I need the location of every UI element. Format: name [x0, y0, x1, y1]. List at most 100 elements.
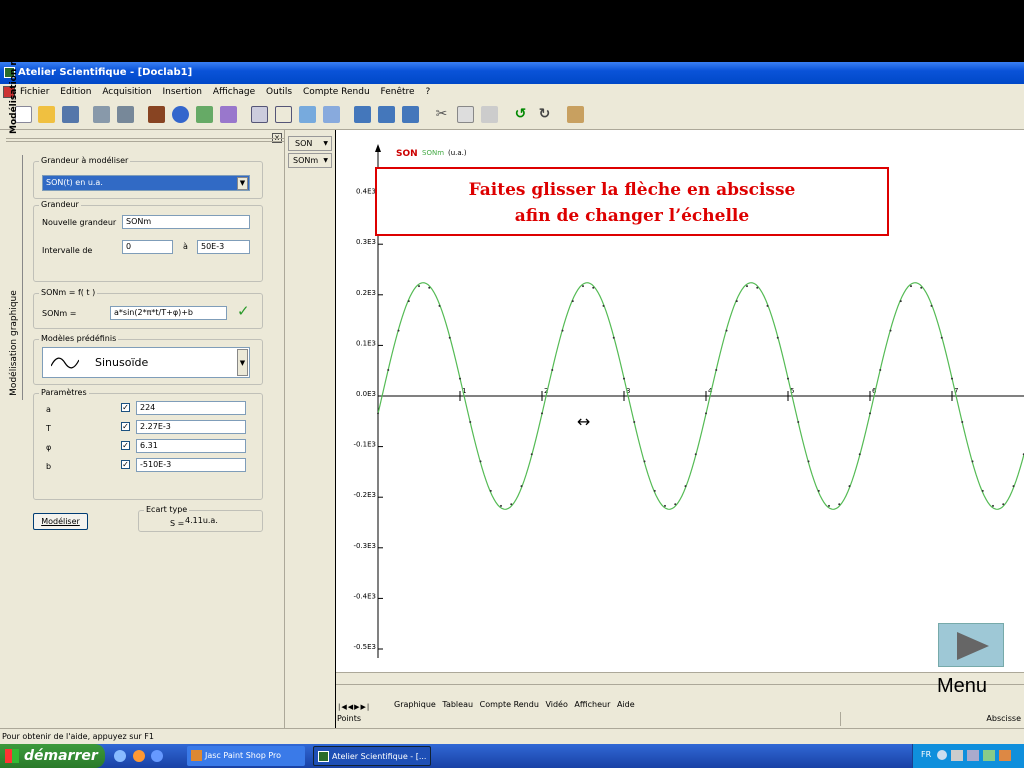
- nouvelle-grandeur-input[interactable]: SONm: [122, 215, 250, 229]
- print-preview-icon[interactable]: [93, 106, 110, 123]
- param-name: b: [46, 462, 52, 471]
- open-icon[interactable]: [38, 106, 55, 123]
- intervalle-to-input[interactable]: 50E-3: [197, 240, 250, 254]
- chevron-down-icon[interactable]: ▼: [237, 349, 248, 376]
- son-data-point: [899, 300, 902, 303]
- sine-wave-icon: [51, 357, 79, 369]
- son-data-point: [397, 329, 400, 332]
- copy-icon[interactable]: [457, 106, 474, 123]
- paste-icon[interactable]: [481, 106, 498, 123]
- param-value-input[interactable]: 224: [136, 401, 246, 415]
- model-icon[interactable]: [196, 106, 213, 123]
- scrollbar-row[interactable]: [336, 684, 1024, 698]
- menu-outils[interactable]: Outils: [266, 84, 292, 100]
- param-checkbox[interactable]: ✓: [121, 460, 130, 469]
- tab-aide[interactable]: Aide: [617, 700, 635, 709]
- param-value-input[interactable]: 2.27E-3: [136, 420, 246, 434]
- son-data-point: [377, 412, 379, 415]
- firefox-icon[interactable]: [133, 750, 145, 762]
- menu-fenetre[interactable]: Fenêtre: [381, 84, 415, 100]
- curve-tab-label: SONm: [293, 156, 319, 165]
- menu-fichier[interactable]: Fichier: [20, 84, 49, 100]
- modeliser-button[interactable]: Modéliser: [33, 513, 88, 530]
- intervalle-label: Intervalle de: [42, 246, 93, 255]
- acquisition-icon[interactable]: [148, 106, 165, 123]
- crosshair-icon[interactable]: [275, 106, 292, 123]
- y-tick-label: -0.1E3: [353, 441, 376, 449]
- monitor-icon[interactable]: [967, 750, 979, 761]
- tab-afficheur[interactable]: Afficheur: [574, 700, 610, 709]
- atelier-icon: [318, 751, 329, 762]
- chevron-down-icon[interactable]: ▼: [237, 177, 248, 190]
- tab-graphique[interactable]: Graphique: [394, 700, 436, 709]
- globe-icon[interactable]: [172, 106, 189, 123]
- network-icon[interactable]: [951, 750, 963, 761]
- param-checkbox[interactable]: ✓: [121, 441, 130, 450]
- check-icon[interactable]: ✓: [237, 302, 250, 320]
- son-data-point: [776, 336, 779, 339]
- menu-help[interactable]: ?: [425, 84, 430, 100]
- curve-tab-son[interactable]: SON ▼: [288, 136, 332, 151]
- son-data-point: [551, 369, 554, 371]
- start-button[interactable]: démarrer: [0, 744, 105, 768]
- tab-video[interactable]: Vidéo: [545, 700, 567, 709]
- redo-icon[interactable]: ↻: [536, 106, 553, 123]
- curve-tab-sonm[interactable]: SONm ▼: [288, 153, 332, 168]
- tab-modelisation-mathematique[interactable]: Modélisation mathématique: [6, 0, 22, 134]
- son-data-point: [510, 503, 513, 506]
- son-data-point: [746, 285, 748, 288]
- menu-affichage[interactable]: Affichage: [213, 84, 255, 100]
- calc-icon[interactable]: [220, 106, 237, 123]
- param-value-input[interactable]: -510E-3: [136, 458, 246, 472]
- tab-tableau[interactable]: Tableau: [442, 700, 473, 709]
- intervalle-from-input[interactable]: 0: [122, 240, 173, 254]
- tools-icon[interactable]: [567, 106, 584, 123]
- window-titlebar[interactable]: Atelier Scientifique - [Doclab1]: [0, 62, 1024, 84]
- tab-modelisation-graphique[interactable]: Modélisation graphique: [6, 288, 22, 398]
- param-checkbox[interactable]: ✓: [121, 403, 130, 412]
- legend-son: SON: [396, 149, 418, 159]
- son-data-point: [735, 300, 738, 303]
- menu-edition[interactable]: Edition: [60, 84, 91, 100]
- param-value-input[interactable]: 6.31: [136, 439, 246, 453]
- undo-icon[interactable]: ↺: [512, 106, 529, 123]
- tray-app-icon[interactable]: [999, 750, 1011, 761]
- modele-select[interactable]: Sinusoïde ▼: [42, 347, 250, 378]
- menu-acquisition[interactable]: Acquisition: [102, 84, 151, 100]
- scrollbar-row[interactable]: [336, 672, 1024, 684]
- menu-insertion[interactable]: Insertion: [162, 84, 202, 100]
- screen-icon[interactable]: [354, 106, 371, 123]
- horizontal-double-arrow-icon[interactable]: ↔: [577, 414, 590, 430]
- print-icon[interactable]: [117, 106, 134, 123]
- next-slide-button[interactable]: [938, 623, 1004, 667]
- y-tick-label: 0.0E3: [356, 390, 376, 398]
- browser-icon[interactable]: [151, 750, 163, 762]
- grandeur-select[interactable]: SON(t) en u.a. ▼: [42, 175, 250, 191]
- tab-compte-rendu[interactable]: Compte Rendu: [480, 700, 539, 709]
- cut-icon[interactable]: ✂: [433, 106, 450, 123]
- menu-link[interactable]: Menu: [937, 675, 987, 698]
- ecart-s-label: S =: [170, 519, 185, 528]
- formule-label: SONm = f( t ): [39, 288, 98, 297]
- save-icon[interactable]: [62, 106, 79, 123]
- table-icon[interactable]: [323, 106, 340, 123]
- ie-icon[interactable]: [114, 750, 126, 762]
- y-tick-label: -0.3E3: [353, 542, 376, 550]
- param-checkbox[interactable]: ✓: [121, 422, 130, 431]
- chevron-down-icon: ▼: [323, 157, 328, 164]
- tray-arrow-icon[interactable]: [937, 750, 947, 760]
- task-atelier-scientifique[interactable]: Atelier Scientifique - [...: [313, 746, 431, 766]
- screen2-icon[interactable]: [378, 106, 395, 123]
- task-paint-shop[interactable]: Jasc Paint Shop Pro: [187, 746, 305, 766]
- tangent-icon[interactable]: [299, 106, 316, 123]
- status-abscisse: Abscisse: [986, 714, 1021, 723]
- menu-compte-rendu[interactable]: Compte Rendu: [303, 84, 370, 100]
- language-indicator[interactable]: FR: [921, 750, 931, 759]
- son-data-point: [664, 504, 666, 507]
- window-icon[interactable]: [251, 106, 268, 123]
- tray-app-icon[interactable]: [983, 750, 995, 761]
- formule-input[interactable]: a*sin(2*π*t/T+φ)+b: [110, 306, 227, 320]
- screen3-icon[interactable]: [402, 106, 419, 123]
- a-label: à: [183, 242, 188, 251]
- son-data-point: [571, 300, 574, 303]
